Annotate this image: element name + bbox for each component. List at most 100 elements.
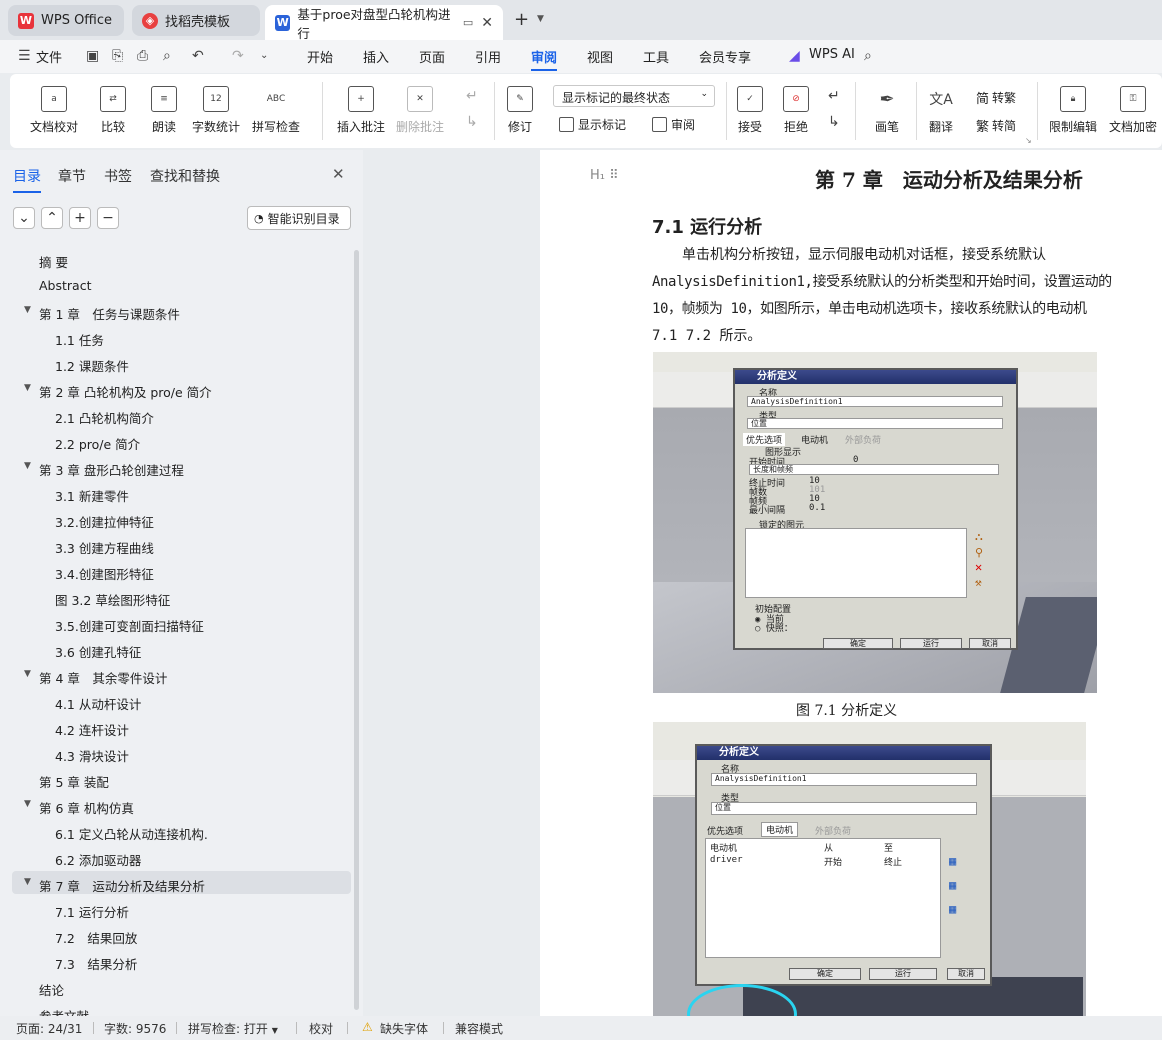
tab-wps-office[interactable]: W WPS Office (8, 5, 124, 36)
compat-mode-status[interactable]: 兼容模式 (455, 1020, 503, 1037)
restrict-edit-button[interactable]: 🔒︎ 限制编辑 (1049, 86, 1097, 135)
toc-scrollbar[interactable] (354, 250, 359, 1010)
toc-item[interactable]: 3.2.创建拉伸特征 (55, 512, 154, 531)
toc-item[interactable]: 3.3 创建方程曲线 (55, 538, 154, 557)
toc-item[interactable]: 第 3 章 盘形凸轮创建过程 (39, 460, 184, 479)
toc-item[interactable]: 6.1 定义凸轮从动连接机构. (55, 824, 208, 843)
spell-check-status[interactable]: 拼写检查: 打开 ▼ (188, 1020, 278, 1037)
more-chevron-icon[interactable]: ⌄ (260, 50, 268, 61)
expand-toggle-icon[interactable]: ▼ (24, 305, 31, 315)
expand-toggle-icon[interactable]: ▼ (24, 669, 31, 679)
toc-item[interactable]: 4.3 滑块设计 (55, 746, 129, 765)
to-simplified-button[interactable]: 繁转简 (976, 116, 1016, 135)
new-tab-icon[interactable]: + (514, 9, 529, 30)
nav-tab-chapter[interactable]: 章节 (58, 166, 86, 186)
undo-icon[interactable]: ↶ (192, 48, 204, 64)
nav-tab-find-replace[interactable]: 查找和替换 (150, 166, 220, 186)
toc-item[interactable]: 2.2 pro/e 简介 (55, 434, 140, 453)
print-preview-icon[interactable]: ⌕ (163, 48, 171, 64)
menu-page[interactable]: 页面 (419, 47, 445, 66)
to-traditional-button[interactable]: 简转繁 (976, 88, 1016, 107)
toc-item[interactable]: 第 6 章 机构仿真 (39, 798, 134, 817)
toc-item[interactable]: 第 1 章 任务与课题条件 (39, 304, 180, 323)
chevron-down-icon[interactable]: ▼ (537, 14, 544, 24)
toc-item[interactable]: 4.2 连杆设计 (55, 720, 129, 739)
toc-item[interactable]: 第 7 章 运动分析及结果分析 (39, 876, 205, 895)
save-icon[interactable]: ▣ (86, 48, 99, 64)
encrypt-button[interactable]: ⚿ 文档加密 (1109, 86, 1157, 135)
show-markup-button[interactable]: 显示标记 (559, 116, 626, 133)
tab-current-document[interactable]: W 基于proe对盘型凸轮机构进行 ▭ ✕ (265, 5, 503, 41)
toc-item[interactable]: 7.1 运行分析 (55, 902, 129, 921)
prev-change-icon[interactable]: ↵ (828, 88, 840, 104)
compare-button[interactable]: ⇄ 比较 (100, 86, 126, 135)
print-icon[interactable]: ⎙ (137, 48, 148, 64)
close-pane-icon[interactable]: ✕ (332, 165, 345, 183)
menu-insert[interactable]: 插入 (363, 47, 389, 66)
toc-item[interactable]: 7.2 结果回放 (55, 928, 137, 947)
collapse-down-button[interactable]: ⌄ (13, 207, 35, 229)
review-pane-button[interactable]: 审阅 (652, 116, 695, 133)
next-change-icon[interactable]: ↳ (828, 114, 840, 130)
toc-item[interactable]: 第 4 章 其余零件设计 (39, 668, 167, 687)
toc-item[interactable]: 结论 (39, 980, 64, 999)
markup-state-select[interactable]: 显示标记的最终状态 ⌄ (553, 85, 715, 107)
page-indicator[interactable]: 页面: 24/31 (16, 1020, 82, 1037)
menu-reference[interactable]: 引用 (475, 47, 501, 66)
screen-icon[interactable]: ▭ (463, 16, 473, 29)
search-icon[interactable]: ⌕ (864, 48, 872, 64)
menu-tools[interactable]: 工具 (643, 47, 669, 66)
missing-font-status[interactable]: 缺失字体 (380, 1020, 428, 1037)
hamburger-icon[interactable]: ☰ (18, 48, 31, 64)
heading-marker-icon[interactable]: H₁ ⠿ (590, 168, 619, 183)
word-count[interactable]: 字数: 9576 (104, 1020, 166, 1037)
toc-item[interactable]: 1.1 任务 (55, 330, 104, 349)
menu-view[interactable]: 视图 (587, 47, 613, 66)
toc-item[interactable]: 4.1 从动杆设计 (55, 694, 141, 713)
toc-item[interactable]: 1.2 课题条件 (55, 356, 129, 375)
insert-comment-button[interactable]: + 插入批注 (337, 86, 385, 135)
accept-button[interactable]: ✓ 接受 (737, 86, 763, 135)
nav-tab-toc[interactable]: 目录 (13, 166, 41, 193)
toc-item[interactable]: 3.4.创建图形特征 (55, 564, 154, 583)
toc-item[interactable]: 3.1 新建零件 (55, 486, 129, 505)
toc-item[interactable]: 摘 要 (39, 252, 68, 271)
toc-item[interactable]: 第 5 章 装配 (39, 772, 109, 791)
expand-toggle-icon[interactable]: ▼ (24, 799, 31, 809)
next-comment-icon[interactable]: ↳ (466, 114, 478, 130)
menu-member[interactable]: 会员专享 (699, 47, 751, 66)
toc-item[interactable]: 2.1 凸轮机构简介 (55, 408, 154, 427)
collapse-up-button[interactable]: ⌃ (41, 207, 63, 229)
delete-comment-button[interactable]: ✕ 删除批注 (396, 86, 444, 135)
tab-docer[interactable]: ◈ 找稻壳模板 (132, 5, 260, 36)
menu-file[interactable]: 文件 (36, 47, 62, 66)
brush-button[interactable]: ✒ 画笔 (874, 86, 900, 135)
expand-toggle-icon[interactable]: ▼ (24, 877, 31, 887)
toc-item[interactable]: 3.6 创建孔特征 (55, 642, 141, 661)
toc-item[interactable]: 7.3 结果分析 (55, 954, 137, 973)
prev-comment-icon[interactable]: ↵ (466, 88, 478, 104)
reject-button[interactable]: ⊘ 拒绝 (783, 86, 809, 135)
revise-button[interactable]: ✎ 修订 (507, 86, 533, 135)
toc-item[interactable]: 3.5.创建可变剖面扫描特征 (55, 616, 204, 635)
add-heading-button[interactable]: + (69, 207, 91, 229)
redo-icon[interactable]: ↷ (232, 48, 244, 64)
toc-item[interactable]: Abstract (39, 278, 91, 293)
toc-item[interactable]: 第 2 章 凸轮机构及 pro/e 简介 (39, 382, 212, 401)
share-icon[interactable]: ⎘ (112, 48, 123, 64)
menu-start[interactable]: 开始 (307, 47, 333, 66)
menu-review[interactable]: 审阅 (531, 47, 558, 71)
proof-status[interactable]: 校对 (309, 1020, 333, 1037)
translate-button[interactable]: 文A 翻译 (928, 86, 954, 135)
smart-toc-button[interactable]: ◔ 智能识别目录 (247, 206, 351, 230)
word-count-button[interactable]: 12 字数统计 (192, 86, 240, 135)
menu-wps-ai[interactable]: WPS AI (809, 47, 855, 62)
toc-item[interactable]: 6.2 添加驱动器 (55, 850, 141, 869)
expand-toggle-icon[interactable]: ▼ (24, 383, 31, 393)
expand-toggle-icon[interactable]: ▼ (24, 461, 31, 471)
nav-tab-bookmark[interactable]: 书签 (104, 166, 132, 186)
read-aloud-button[interactable]: ≡ 朗读 (151, 86, 177, 135)
toc-item[interactable]: 图 3.2 草绘图形特征 (55, 590, 170, 609)
expand-dialog-icon[interactable]: ↘ (1025, 136, 1032, 145)
remove-heading-button[interactable]: − (97, 207, 119, 229)
